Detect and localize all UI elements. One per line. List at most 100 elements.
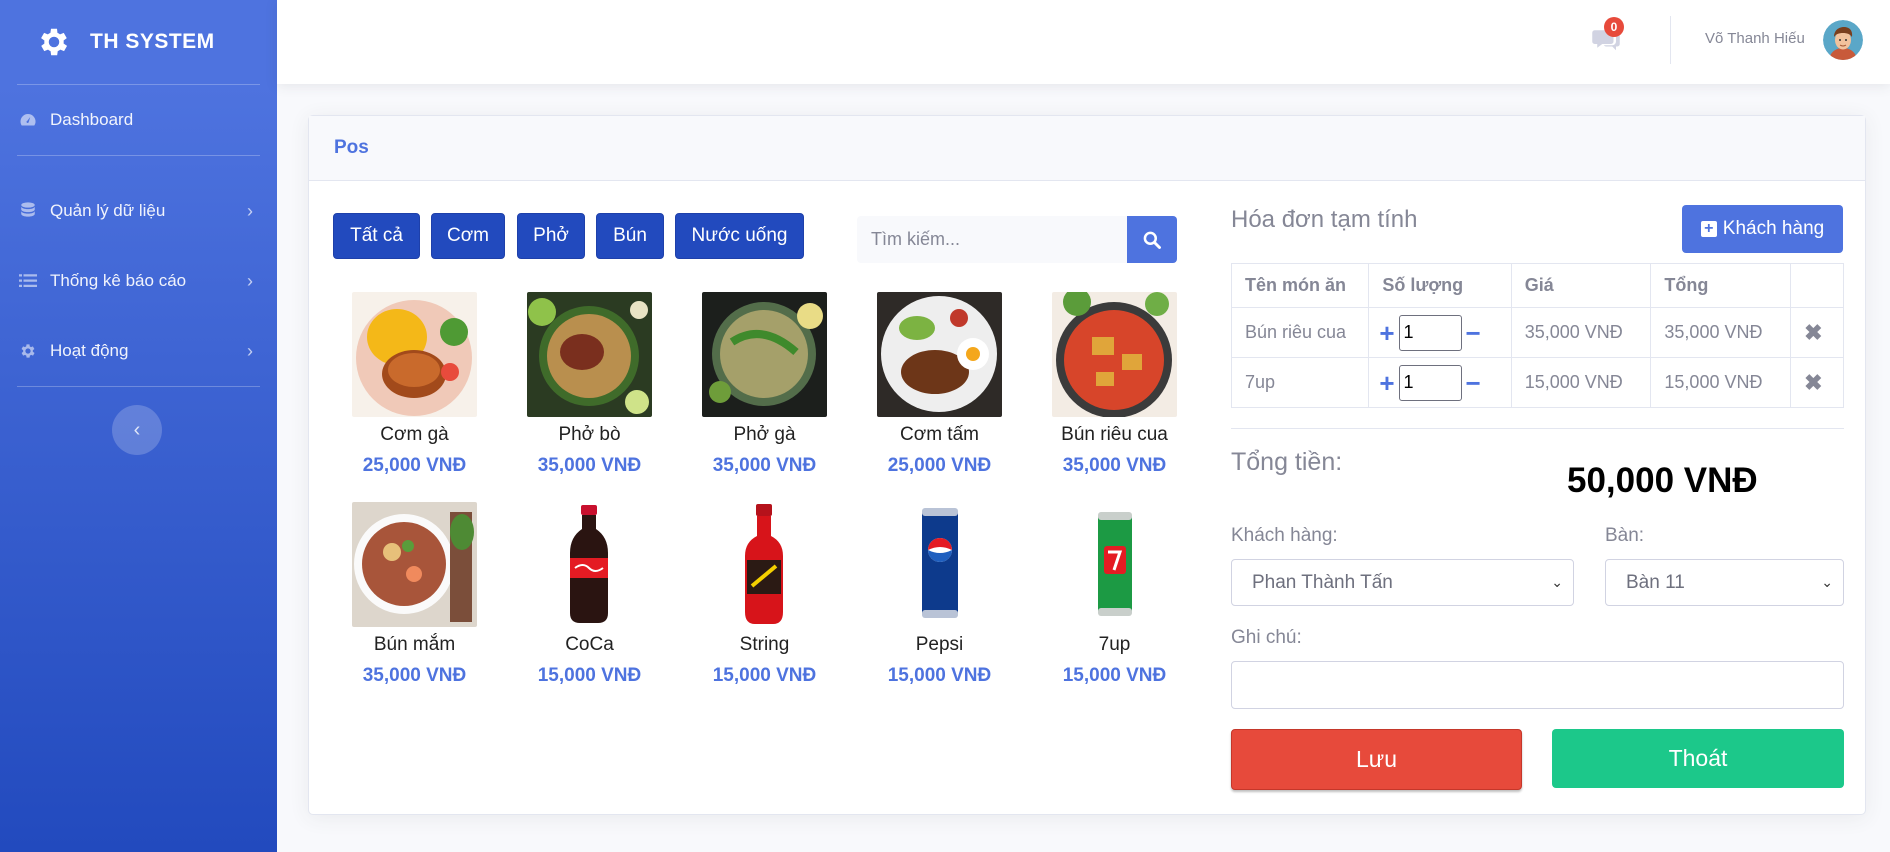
product-price: 15,000 VNĐ — [887, 665, 992, 686]
column-header: Tên món ăn — [1230, 263, 1370, 308]
item-total: 15,000 VNĐ — [1650, 357, 1792, 408]
product-price: 15,000 VNĐ — [712, 665, 817, 686]
brand[interactable]: TH SYSTEM — [0, 0, 277, 84]
product-image — [877, 292, 1002, 417]
table-row: 7up + − 15,000 VNĐ 15,000 VNĐ ✖ — [1230, 357, 1844, 408]
product-card[interactable]: String 15,000 VNĐ — [677, 502, 852, 687]
table-label: Bàn: — [1605, 525, 1645, 546]
list-icon — [18, 271, 38, 291]
divider — [1231, 428, 1844, 429]
category-all-button[interactable]: Tất cả — [333, 213, 420, 259]
product-image — [352, 292, 477, 417]
sidebar-item-label: Hoạt động — [50, 341, 129, 360]
chevron-left-icon: ‹ — [133, 418, 141, 441]
total-value: 50,000 VNĐ — [1567, 461, 1758, 500]
topbar: 0 Võ Thanh Hiếu — [277, 0, 1890, 84]
product-name: Bún riêu cua — [1061, 424, 1168, 445]
card-header: Pos — [309, 116, 1865, 181]
table-select[interactable]: Bàn 11 ⌄ — [1605, 559, 1844, 606]
sidebar-item-activity[interactable]: Hoạt động › — [0, 316, 277, 386]
customer-selected: Phan Thành Tấn — [1252, 571, 1393, 593]
product-card[interactable]: Pepsi 15,000 VNĐ — [852, 502, 1027, 687]
quantity-stepper: + − — [1379, 314, 1500, 351]
message-count-badge: 0 — [1604, 17, 1624, 37]
table-header-row: Tên món ăn Số lượng Giá Tổng — [1230, 263, 1844, 308]
exit-button[interactable]: Thoát — [1552, 729, 1844, 788]
plus-icon[interactable]: + — [1379, 320, 1394, 346]
chevron-down-icon: ⌄ — [1821, 574, 1833, 590]
product-name: Pepsi — [915, 634, 964, 655]
product-price: 25,000 VNĐ — [887, 455, 992, 476]
page-title: Pos — [334, 137, 369, 158]
product-price: 15,000 VNĐ — [537, 665, 642, 686]
avatar[interactable] — [1823, 20, 1863, 60]
quantity-input[interactable] — [1398, 364, 1462, 401]
product-card[interactable]: 7up 15,000 VNĐ — [1027, 502, 1202, 687]
product-image — [527, 292, 652, 417]
delete-icon[interactable]: ✖ — [1790, 307, 1844, 358]
product-name: String — [739, 634, 790, 655]
sidebar-item-data-management[interactable]: Quản lý dữ liệu › — [0, 176, 277, 246]
bill-table: Tên món ăn Số lượng Giá Tổng Bún riêu cu… — [1230, 263, 1844, 408]
product-price: 35,000 VNĐ — [1062, 455, 1167, 476]
pos-card: Pos Tất cả Cơm Phở Bún Nước uống Cơm gà … — [308, 115, 1866, 815]
brand-name: TH SYSTEM — [90, 30, 215, 53]
note-field[interactable] — [1231, 661, 1844, 709]
product-name: CoCa — [565, 634, 614, 655]
product-name: Bún mắm — [373, 634, 456, 655]
category-pho-button[interactable]: Phở — [517, 213, 585, 259]
product-name: Cơm tấm — [900, 424, 979, 445]
product-card[interactable]: Bún riêu cua 35,000 VNĐ — [1027, 292, 1202, 477]
product-card[interactable]: Cơm tấm 25,000 VNĐ — [852, 292, 1027, 477]
column-header: Tổng — [1650, 263, 1792, 308]
product-price: 35,000 VNĐ — [537, 455, 642, 476]
sidebar-toggle-button[interactable]: ‹ — [112, 405, 162, 455]
minus-icon[interactable]: − — [1466, 370, 1481, 396]
plus-square-icon: + — [1700, 221, 1717, 237]
category-bun-button[interactable]: Bún — [596, 213, 664, 259]
chevron-down-icon: ⌄ — [1551, 574, 1563, 590]
sidebar-item-label: Quản lý dữ liệu — [50, 201, 166, 220]
table-selected: Bàn 11 — [1626, 571, 1685, 593]
customer-select[interactable]: Phan Thành Tấn ⌄ — [1231, 559, 1574, 606]
item-name: 7up — [1230, 357, 1370, 408]
tachometer-icon — [18, 110, 38, 130]
product-image — [1052, 502, 1177, 627]
product-card[interactable]: Phở gà 35,000 VNĐ — [677, 292, 852, 477]
quantity-input[interactable] — [1398, 314, 1462, 351]
product-price: 15,000 VNĐ — [1062, 665, 1167, 686]
item-total: 35,000 VNĐ — [1650, 307, 1792, 358]
search-icon — [1143, 231, 1161, 249]
product-card[interactable]: Bún mắm 35,000 VNĐ — [327, 502, 502, 687]
gear-icon — [41, 28, 68, 56]
table-row: Bún riêu cua + − 35,000 VNĐ 35,000 VNĐ ✖ — [1230, 307, 1844, 358]
category-drinks-button[interactable]: Nước uống — [675, 213, 804, 259]
sidebar-item-dashboard[interactable]: Dashboard — [0, 85, 277, 155]
total-label: Tổng tiền: — [1231, 448, 1343, 476]
column-header — [1790, 263, 1844, 308]
minus-icon[interactable]: − — [1466, 320, 1481, 346]
product-image — [1052, 292, 1177, 417]
sidebar: TH SYSTEM Dashboard Quản lý dữ liệu › Th… — [0, 0, 277, 852]
user-name[interactable]: Võ Thanh Hiếu — [1705, 30, 1805, 47]
category-com-button[interactable]: Cơm — [431, 213, 505, 259]
product-image — [527, 502, 652, 627]
search-input[interactable] — [857, 216, 1127, 263]
product-card[interactable]: Cơm gà 25,000 VNĐ — [327, 292, 502, 477]
search-button[interactable] — [1127, 216, 1177, 263]
product-image — [877, 502, 1002, 627]
product-card[interactable]: Phở bò 35,000 VNĐ — [502, 292, 677, 477]
add-customer-button[interactable]: + Khách hàng — [1682, 205, 1843, 253]
sidebar-item-reports[interactable]: Thống kê báo cáo › — [0, 246, 277, 316]
product-name: 7up — [1098, 634, 1131, 655]
column-header: Số lượng — [1368, 263, 1512, 308]
product-price: 25,000 VNĐ — [362, 455, 467, 476]
customer-label: Khách hàng: — [1231, 525, 1338, 546]
delete-icon[interactable]: ✖ — [1790, 357, 1844, 408]
plus-icon[interactable]: + — [1379, 370, 1394, 396]
product-card[interactable]: CoCa 15,000 VNĐ — [502, 502, 677, 687]
chevron-right-icon: › — [247, 270, 253, 291]
product-price: 35,000 VNĐ — [362, 665, 467, 686]
save-button[interactable]: Lưu — [1231, 729, 1522, 790]
sidebar-divider — [17, 386, 260, 387]
